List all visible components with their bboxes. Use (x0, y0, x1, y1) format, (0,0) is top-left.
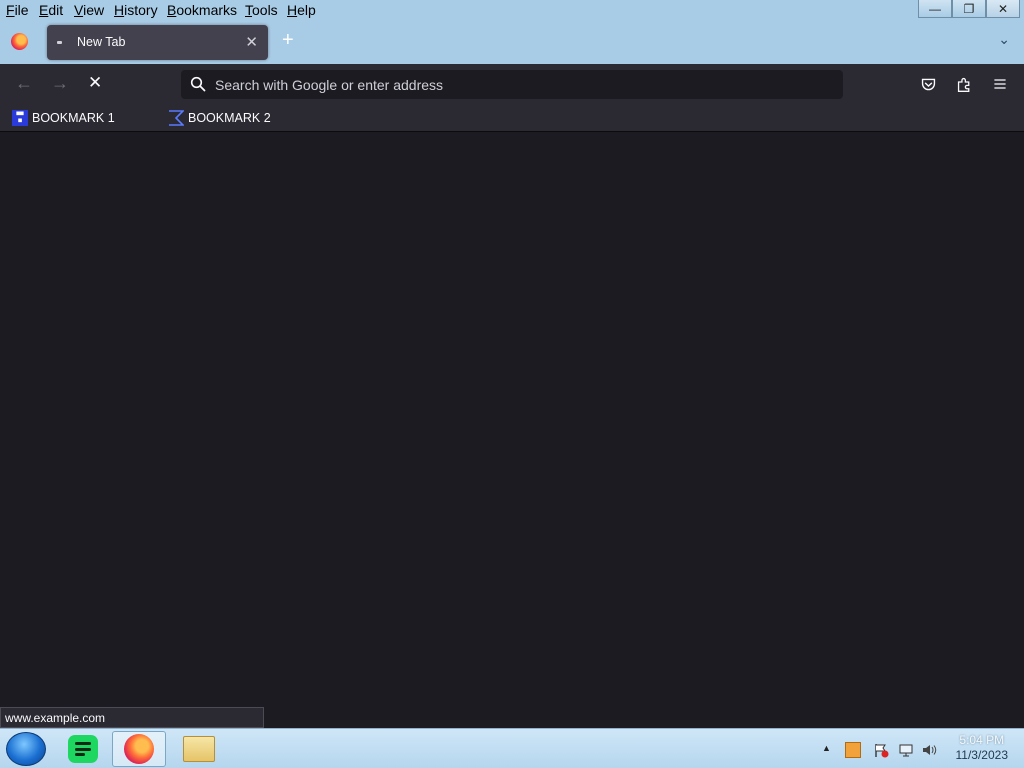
firefox-icon (124, 734, 154, 764)
menu-history[interactable]: History (114, 2, 158, 18)
pocket-icon[interactable] (918, 74, 938, 94)
clock-time: 5:04 PM (959, 733, 1005, 747)
menu-file-accel: F (6, 2, 15, 18)
tab-title: New Tab (77, 35, 126, 49)
bookmark-icon-2 (169, 110, 184, 126)
tray-chevron-icon[interactable]: ▲ (822, 743, 831, 753)
menu-file[interactable]: File (6, 2, 29, 18)
taskbar-green-app[interactable] (56, 731, 110, 767)
navigation-toolbar: ← → ✕ (0, 64, 1024, 104)
tab-favicon-icon (57, 41, 62, 44)
bookmark-label: BOOKMARK 1 (32, 111, 115, 125)
new-tab-icon[interactable]: + (282, 29, 294, 52)
bookmarks-toolbar: ■■ ■ BOOKMARK 1 BOOKMARK 2 (0, 104, 1024, 132)
menu-history-accel: H (114, 2, 125, 18)
status-url: www.example.com (0, 707, 264, 728)
taskbar-firefox[interactable] (112, 731, 166, 767)
menu-bookmarks[interactable]: Bookmarks (167, 2, 237, 18)
minimize-icon: — (929, 1, 941, 16)
menu-icon[interactable] (990, 74, 1010, 94)
close-icon: ✕ (997, 1, 1009, 16)
firefox-view-icon[interactable] (11, 33, 28, 50)
taskbar-file-explorer[interactable] (172, 731, 226, 767)
menu-edit-label: dit (48, 2, 64, 18)
menu-view[interactable]: View (74, 2, 104, 18)
bookmark-label: BOOKMARK 2 (188, 111, 271, 125)
clock-date: 11/3/2023 (955, 748, 1009, 762)
search-icon (190, 76, 206, 92)
taskbar: ▲ 5:04 PM 11/3/2023 (0, 728, 1024, 768)
close-window-button[interactable]: ✕ (986, 0, 1020, 18)
menu-bookmarks-label: ookmarks (176, 2, 238, 18)
menu-edit-accel: E (39, 2, 49, 18)
tray-app-icon[interactable] (845, 742, 861, 758)
file-explorer-icon (183, 736, 215, 762)
url-input[interactable] (215, 70, 815, 99)
action-center-flag-icon[interactable] (873, 742, 889, 758)
back-arrow-icon[interactable]: ← (15, 73, 33, 93)
menu-tools-label: ools (252, 2, 278, 18)
window-controls: — ❐ ✕ (918, 0, 1020, 18)
tab-strip: New Tab ✕ + ⌄ (0, 20, 1024, 64)
green-app-icon (68, 735, 98, 763)
menu-file-label: ile (14, 2, 29, 18)
menu-tools-accel: T (245, 2, 252, 18)
bookmark-2[interactable]: BOOKMARK 2 (168, 110, 271, 126)
forward-arrow-icon[interactable]: → (51, 73, 69, 93)
start-orb-icon[interactable] (6, 732, 46, 766)
tab-new-tab[interactable]: New Tab ✕ (47, 25, 268, 60)
taskbar-clock[interactable]: 5:04 PM 11/3/2023 (956, 733, 1009, 763)
menu-help-label: elp (297, 2, 316, 18)
menu-view-label: iew (83, 2, 105, 18)
volume-icon[interactable] (921, 742, 937, 758)
menu-history-label: istory (124, 2, 158, 18)
url-bar[interactable] (181, 70, 843, 99)
network-icon[interactable] (898, 742, 914, 758)
menu-edit[interactable]: Edit (39, 2, 63, 18)
bookmark-icon-1: ■■ ■ (12, 110, 28, 126)
minimize-button[interactable]: — (918, 0, 952, 18)
tab-close-icon[interactable]: ✕ (245, 33, 258, 51)
extensions-icon[interactable] (954, 74, 974, 94)
bookmark-1[interactable]: ■■ ■ BOOKMARK 1 (12, 110, 115, 126)
menu-view-accel: V (74, 2, 84, 18)
menu-help[interactable]: Help (287, 2, 316, 18)
restore-icon: ❐ (963, 1, 975, 16)
menu-help-accel: H (287, 2, 298, 18)
page-content (0, 133, 1024, 728)
chevron-down-icon[interactable]: ⌄ (998, 31, 1010, 48)
menu-bar: File Edit View History Bookmarks Tools H… (0, 0, 1024, 20)
stop-loading-icon[interactable]: ✕ (88, 73, 102, 93)
restore-button[interactable]: ❐ (952, 0, 986, 18)
menu-tools[interactable]: Tools (245, 2, 278, 18)
menu-bookmarks-accel: B (167, 2, 177, 18)
